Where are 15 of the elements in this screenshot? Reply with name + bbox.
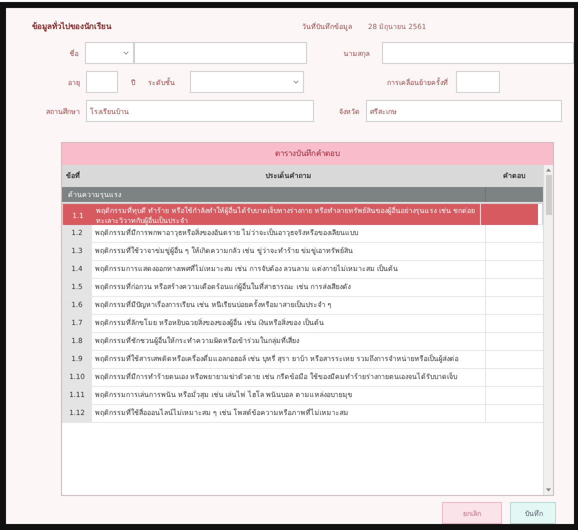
caret-icon [122,51,129,55]
caret-icon [293,80,299,84]
input-field[interactable] [456,71,500,93]
scroll-thumb[interactable] [546,174,552,214]
answer-cell [480,204,538,228]
scroll-down-icon[interactable] [546,488,551,492]
dropdown[interactable] [190,71,304,93]
scrollbar[interactable] [543,164,553,495]
input-field[interactable] [86,71,118,93]
input-field[interactable] [382,42,574,64]
table-title: ตารางบันทึกคำตอบ [62,142,553,164]
dropdown[interactable] [84,42,134,64]
scroll-up-icon[interactable] [546,168,551,172]
section-title: ข้อมูลทั่วไปของนักเรียน [32,20,112,32]
input-field[interactable] [134,42,307,64]
